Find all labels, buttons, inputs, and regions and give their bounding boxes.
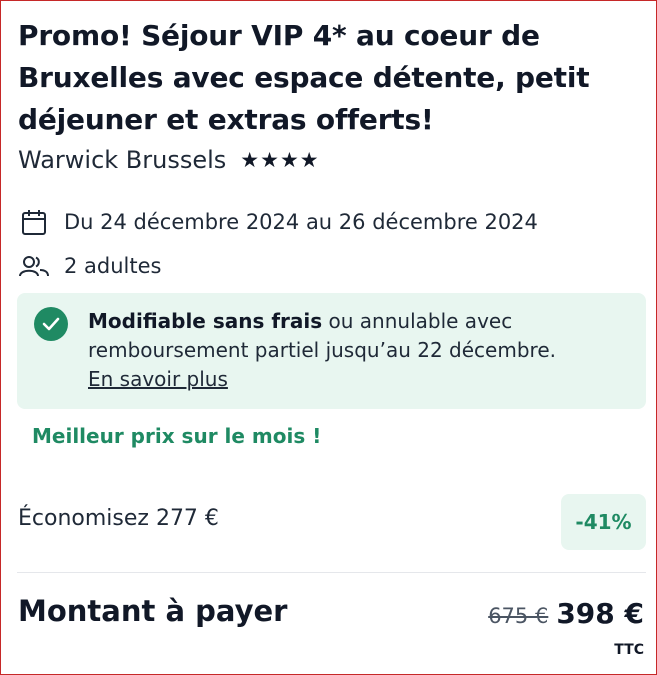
hotel-name: Warwick Brussels [18, 146, 227, 174]
hotel-line: Warwick Brussels ★ ★ ★ ★ [18, 144, 319, 176]
star-icon: ★ [299, 147, 319, 172]
guests-row: 2 adultes [18, 251, 161, 281]
divider [17, 572, 646, 573]
cancellation-text: Modifiable sans frais ou annulable avec … [88, 307, 636, 394]
guest-count: 2 adultes [64, 254, 162, 278]
discount-badge: -41% [561, 494, 646, 550]
star-icon: ★ [260, 147, 279, 172]
best-price-label: Meilleur prix sur le mois ! [32, 424, 322, 448]
people-icon [18, 251, 50, 281]
star-icon: ★ [240, 147, 260, 172]
offer-card: Promo! Séjour VIP 4* au coeur de Bruxell… [0, 0, 657, 675]
cancellation-highlight: Modifiable sans frais [88, 309, 323, 333]
new-price: 398 € [556, 597, 644, 630]
stay-dates: Du 24 décembre 2024 au 26 décembre 2024 [64, 210, 538, 234]
offer-title: Promo! Séjour VIP 4* au coeur de Bruxell… [18, 19, 590, 136]
price-block: 675 € 398 € [488, 597, 644, 630]
cancellation-notice: Modifiable sans frais ou annulable avec … [17, 293, 646, 409]
stay-dates-row: Du 24 décembre 2024 au 26 décembre 2024 [18, 206, 538, 238]
old-price: 675 € [488, 604, 549, 628]
savings-text: Économisez 277 € [18, 506, 219, 531]
total-label: Montant à payer [18, 594, 288, 628]
check-circle-icon [34, 307, 68, 341]
tax-note: TTC [614, 642, 644, 658]
star-rating: ★ ★ ★ ★ [240, 147, 319, 172]
learn-more-link[interactable]: En savoir plus [88, 367, 228, 391]
calendar-icon [18, 207, 50, 237]
star-icon: ★ [279, 147, 299, 172]
